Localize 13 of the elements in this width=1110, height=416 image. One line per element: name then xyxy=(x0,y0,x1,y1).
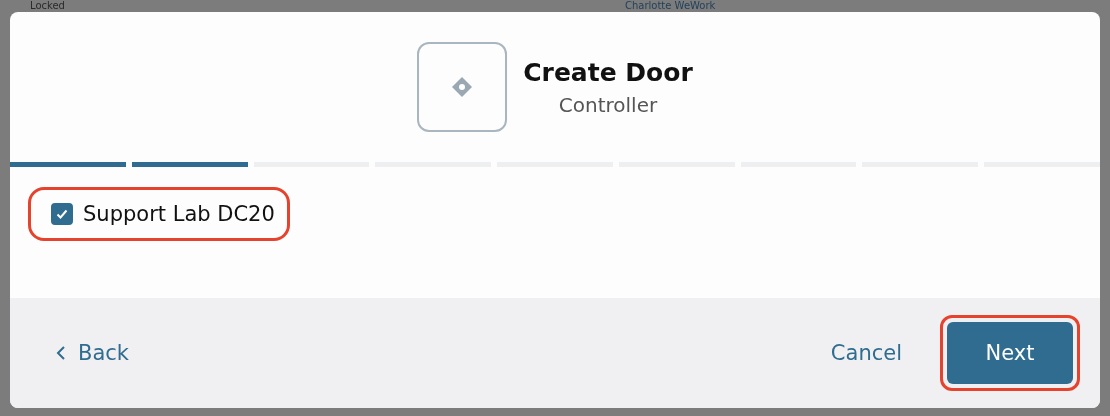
checkbox-option[interactable]: Support Lab DC20 xyxy=(28,187,290,241)
next-button[interactable]: Next xyxy=(947,322,1073,384)
checkmark-icon xyxy=(55,207,69,221)
option-label: Support Lab DC20 xyxy=(83,202,275,226)
background-text: Charlotte WeWork xyxy=(624,0,716,12)
diamond-icon xyxy=(451,76,474,98)
chevron-left-icon xyxy=(56,346,66,360)
back-button[interactable]: Back xyxy=(50,333,135,373)
cancel-button[interactable]: Cancel xyxy=(822,333,910,373)
dialog-title: Create Door xyxy=(523,57,693,87)
dialog-subtitle: Controller xyxy=(558,92,658,117)
checkbox[interactable] xyxy=(51,203,73,225)
background-text: Locked xyxy=(30,0,65,12)
